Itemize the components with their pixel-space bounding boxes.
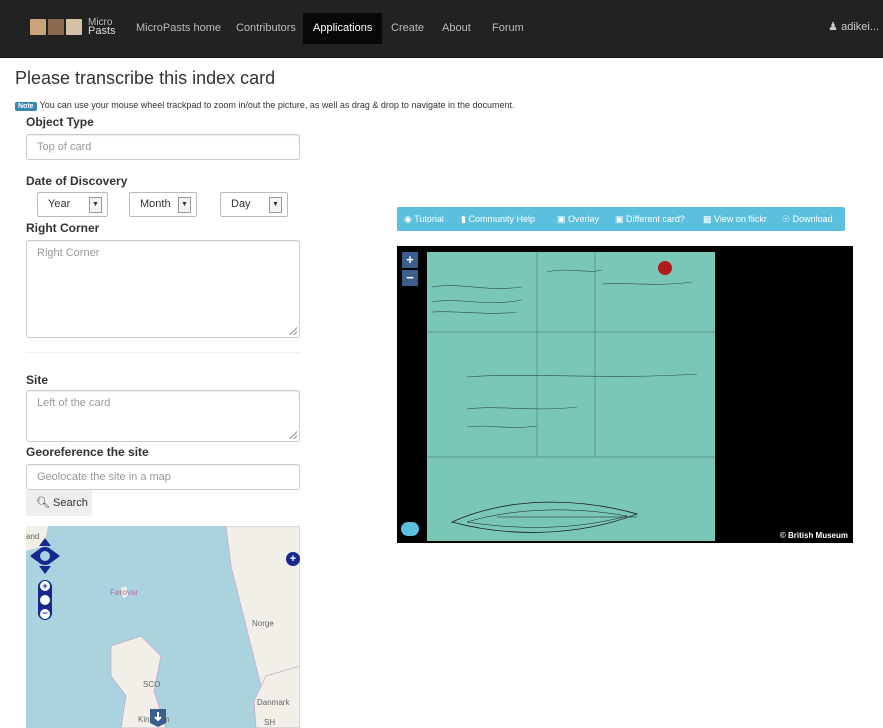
map[interactable]: and Føroyar Norge SCO Danmark Kingdom SH… <box>26 526 300 728</box>
note-text: You can use your mouse wheel trackpad to… <box>39 100 515 110</box>
zoom-in-button[interactable]: + <box>402 252 418 268</box>
community-help-button[interactable]: ▮ Community Help <box>461 207 535 231</box>
zoom-out-button[interactable]: − <box>402 270 418 286</box>
zoom-out-icon[interactable]: − <box>40 609 50 619</box>
nav-micropasts-home[interactable]: MicroPasts home <box>126 13 231 44</box>
site-textarea[interactable]: Left of the card <box>26 390 300 442</box>
community-help-label: Community Help <box>468 214 535 224</box>
pan-control-icon[interactable] <box>30 538 60 576</box>
view-on-flickr-label: View on flickr <box>714 214 767 224</box>
search-button[interactable]: 🔍︎ Search <box>26 490 92 516</box>
day-value: Day <box>231 198 251 210</box>
card-markings <box>427 252 715 533</box>
document-icon: ▮ <box>461 214 466 224</box>
chevron-down-icon: ▼ <box>269 197 282 213</box>
nav-forum[interactable]: Forum <box>482 13 534 44</box>
logo-tile <box>30 19 46 35</box>
map-label: SH <box>264 718 276 727</box>
search-icon: 🔍︎ <box>36 497 50 509</box>
logo-tile <box>48 19 64 35</box>
index-card-image <box>427 252 715 541</box>
day-select[interactable]: Day ▼ <box>220 192 288 217</box>
overlay-label: Overlay <box>568 214 600 224</box>
download-label: Download <box>792 214 833 224</box>
user-icon: ♟ <box>828 21 839 33</box>
overlay-button[interactable]: ▣ Overlay <box>557 207 599 231</box>
different-card-button[interactable]: ▣ Different card? <box>615 207 685 231</box>
year-select[interactable]: Year ▼ <box>37 192 108 217</box>
user-menu[interactable]: ♟ adikei... <box>828 20 879 33</box>
image-icon: ▣ <box>557 214 566 224</box>
nav-create[interactable]: Create <box>381 13 434 44</box>
copyright-label: © British Museum <box>774 528 853 543</box>
home-icon[interactable] <box>401 522 419 536</box>
eye-icon: ◉ <box>404 214 412 224</box>
object-type-input[interactable]: Top of card <box>26 134 300 160</box>
different-card-label: Different card? <box>626 214 685 224</box>
chevron-down-icon: ▼ <box>178 197 191 213</box>
zoom-slider[interactable]: + − <box>38 580 52 620</box>
nav-contributors[interactable]: Contributors <box>226 13 306 44</box>
flickr-icon: ▩ <box>703 214 712 224</box>
tutorial-button[interactable]: ◉ Tutorial <box>404 207 444 231</box>
search-label: Search <box>53 497 88 509</box>
map-marker-icon[interactable] <box>150 709 166 727</box>
divider <box>26 352 300 353</box>
resize-handle[interactable] <box>289 327 297 335</box>
month-select[interactable]: Month ▼ <box>129 192 197 217</box>
date-of-discovery-label: Date of Discovery <box>26 174 128 188</box>
zoom-in-icon[interactable]: + <box>40 581 50 591</box>
image-icon: ▣ <box>615 214 624 224</box>
map-label: Norge <box>252 619 274 628</box>
top-navbar: Micro Pasts MicroPasts home Contributors … <box>0 0 883 58</box>
image-toolbar: ◉ Tutorial ▮ Community Help ▣ Overlay ▣ … <box>397 207 845 231</box>
download-button[interactable]: ☉ Download <box>782 207 833 231</box>
micropasts-logo[interactable]: Micro Pasts <box>30 16 116 38</box>
year-value: Year <box>48 198 71 210</box>
map-label: Føroyar <box>110 588 138 597</box>
layer-switcher-icon[interactable]: + <box>286 552 300 566</box>
object-type-label: Object Type <box>26 115 94 129</box>
note-badge: Note <box>15 102 37 111</box>
note: Note You can use your mouse wheel trackpa… <box>15 100 515 111</box>
chevron-down-icon: ▼ <box>89 197 102 213</box>
download-icon: ☉ <box>782 214 791 224</box>
month-value: Month <box>140 198 171 210</box>
image-viewer[interactable]: + − © British Museum <box>397 246 853 543</box>
right-corner-placeholder: Right Corner <box>37 247 100 259</box>
site-label: Site <box>26 373 49 387</box>
view-on-flickr-button[interactable]: ▩ View on flickr <box>703 207 767 231</box>
tutorial-label: Tutorial <box>414 214 444 224</box>
resize-handle[interactable] <box>289 431 297 439</box>
right-corner-label: Right Corner <box>26 221 100 235</box>
nav-applications[interactable]: Applications <box>303 13 383 44</box>
logo-tile <box>66 19 82 35</box>
nav-about[interactable]: About <box>432 13 481 44</box>
right-corner-textarea[interactable]: Right Corner <box>26 240 300 338</box>
globe-icon[interactable] <box>40 595 50 605</box>
page-title: Please transcribe this index card <box>15 68 276 88</box>
map-label: SCO <box>143 680 161 689</box>
brand-text: Micro Pasts <box>88 17 116 37</box>
georeference-label: Georeference the site <box>26 445 149 459</box>
user-name: adikei... <box>841 21 879 33</box>
geolocate-input[interactable]: Geolocate the site in a map <box>26 464 300 490</box>
site-placeholder: Left of the card <box>37 397 111 409</box>
map-label: Danmark <box>257 698 290 707</box>
